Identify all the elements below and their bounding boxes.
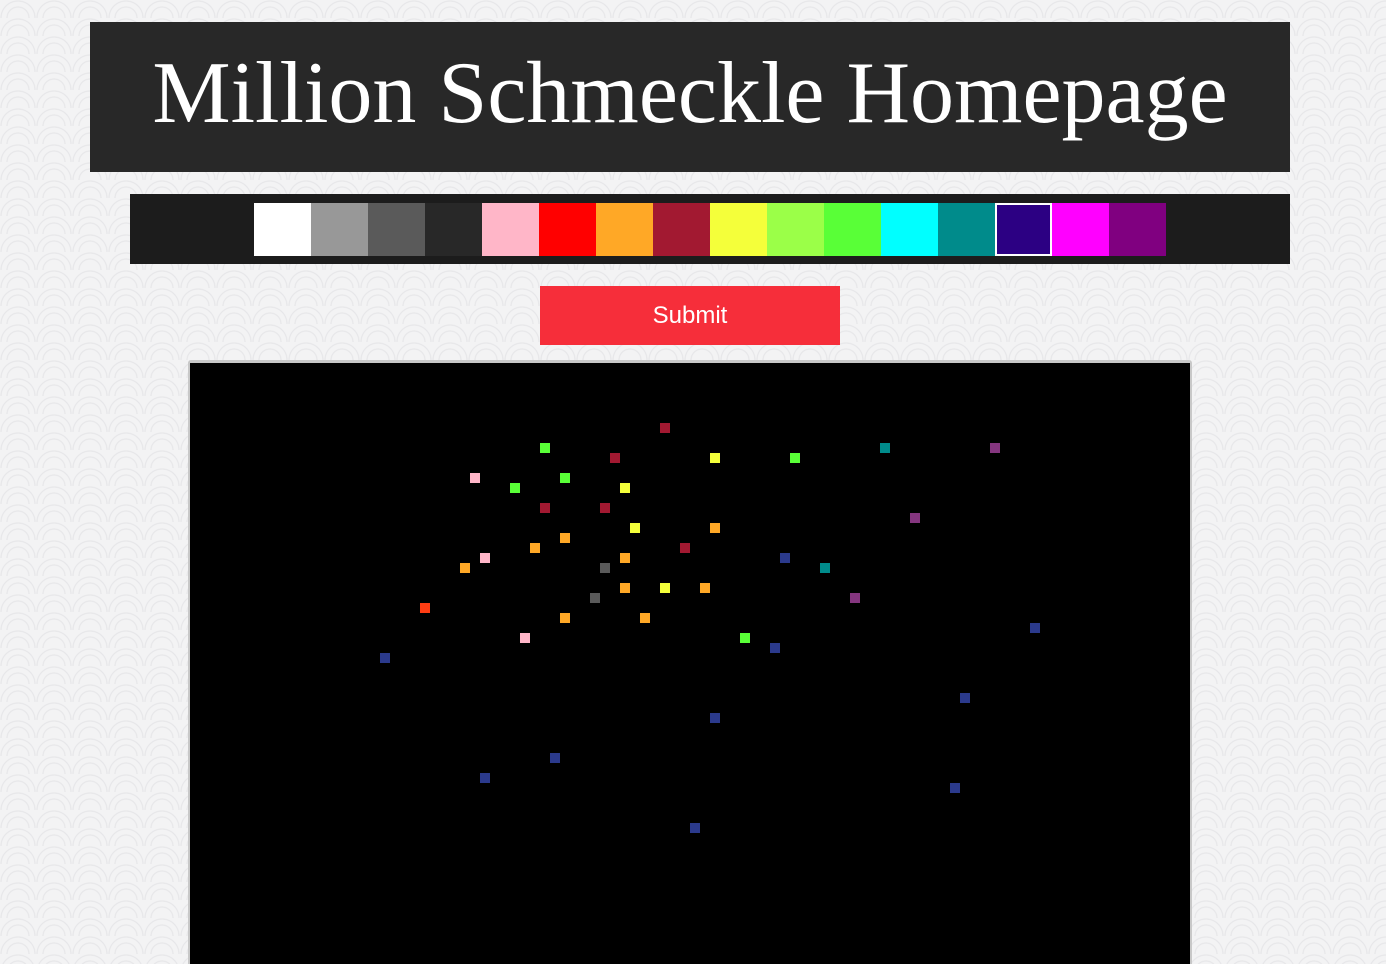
canvas-pixel — [480, 553, 490, 563]
canvas-pixel — [850, 593, 860, 603]
color-swatch[interactable] — [482, 203, 539, 256]
canvas-pixel — [470, 473, 480, 483]
color-swatch[interactable] — [938, 203, 995, 256]
canvas-pixel — [520, 633, 530, 643]
canvas-pixel — [620, 553, 630, 563]
color-swatch[interactable] — [710, 203, 767, 256]
canvas-pixel — [1030, 623, 1040, 633]
canvas-pixel — [480, 773, 490, 783]
color-swatch-row — [254, 203, 1166, 256]
canvas-pixel — [380, 653, 390, 663]
canvas-pixel — [510, 483, 520, 493]
canvas-pixel — [710, 713, 720, 723]
canvas-pixel — [960, 693, 970, 703]
canvas-pixel — [950, 783, 960, 793]
color-swatch[interactable] — [995, 203, 1052, 256]
canvas-pixel — [420, 603, 430, 613]
canvas-pixel — [790, 453, 800, 463]
canvas-pixel — [590, 593, 600, 603]
canvas-pixel — [610, 453, 620, 463]
submit-button[interactable]: Submit — [540, 286, 840, 345]
canvas-pixel — [690, 823, 700, 833]
canvas-pixel — [540, 503, 550, 513]
page-title: Million Schmeckle Homepage — [152, 45, 1228, 142]
canvas-pixel — [460, 563, 470, 573]
color-swatch[interactable] — [1052, 203, 1109, 256]
color-swatch[interactable] — [596, 203, 653, 256]
canvas-pixel — [600, 563, 610, 573]
color-palette — [130, 194, 1290, 264]
canvas-pixel — [540, 443, 550, 453]
color-swatch[interactable] — [425, 203, 482, 256]
canvas-pixel — [530, 543, 540, 553]
color-swatch[interactable] — [824, 203, 881, 256]
canvas-pixel — [700, 583, 710, 593]
color-swatch[interactable] — [539, 203, 596, 256]
header-bar: Million Schmeckle Homepage — [90, 22, 1290, 172]
canvas-pixel — [680, 543, 690, 553]
canvas-pixel — [600, 503, 610, 513]
canvas-pixel — [550, 753, 560, 763]
color-swatch[interactable] — [368, 203, 425, 256]
canvas-pixel — [740, 633, 750, 643]
canvas-pixel — [880, 443, 890, 453]
canvas-pixel — [560, 533, 570, 543]
canvas-pixel — [660, 423, 670, 433]
canvas-pixel — [620, 483, 630, 493]
color-swatch[interactable] — [881, 203, 938, 256]
color-swatch[interactable] — [311, 203, 368, 256]
canvas-pixel — [820, 563, 830, 573]
canvas-frame — [188, 360, 1192, 964]
color-swatch[interactable] — [1109, 203, 1166, 256]
color-swatch[interactable] — [767, 203, 824, 256]
canvas-pixel — [990, 443, 1000, 453]
canvas-pixel — [780, 553, 790, 563]
canvas-pixel — [770, 643, 780, 653]
canvas-pixel — [640, 613, 650, 623]
canvas-pixel — [560, 613, 570, 623]
canvas-pixel — [660, 583, 670, 593]
canvas-pixel — [630, 523, 640, 533]
color-swatch[interactable] — [653, 203, 710, 256]
canvas-pixel — [910, 513, 920, 523]
canvas-pixel — [710, 453, 720, 463]
color-swatch[interactable] — [254, 203, 311, 256]
pixel-canvas[interactable] — [190, 363, 1190, 964]
canvas-pixel — [560, 473, 570, 483]
canvas-pixel — [620, 583, 630, 593]
canvas-pixel — [710, 523, 720, 533]
